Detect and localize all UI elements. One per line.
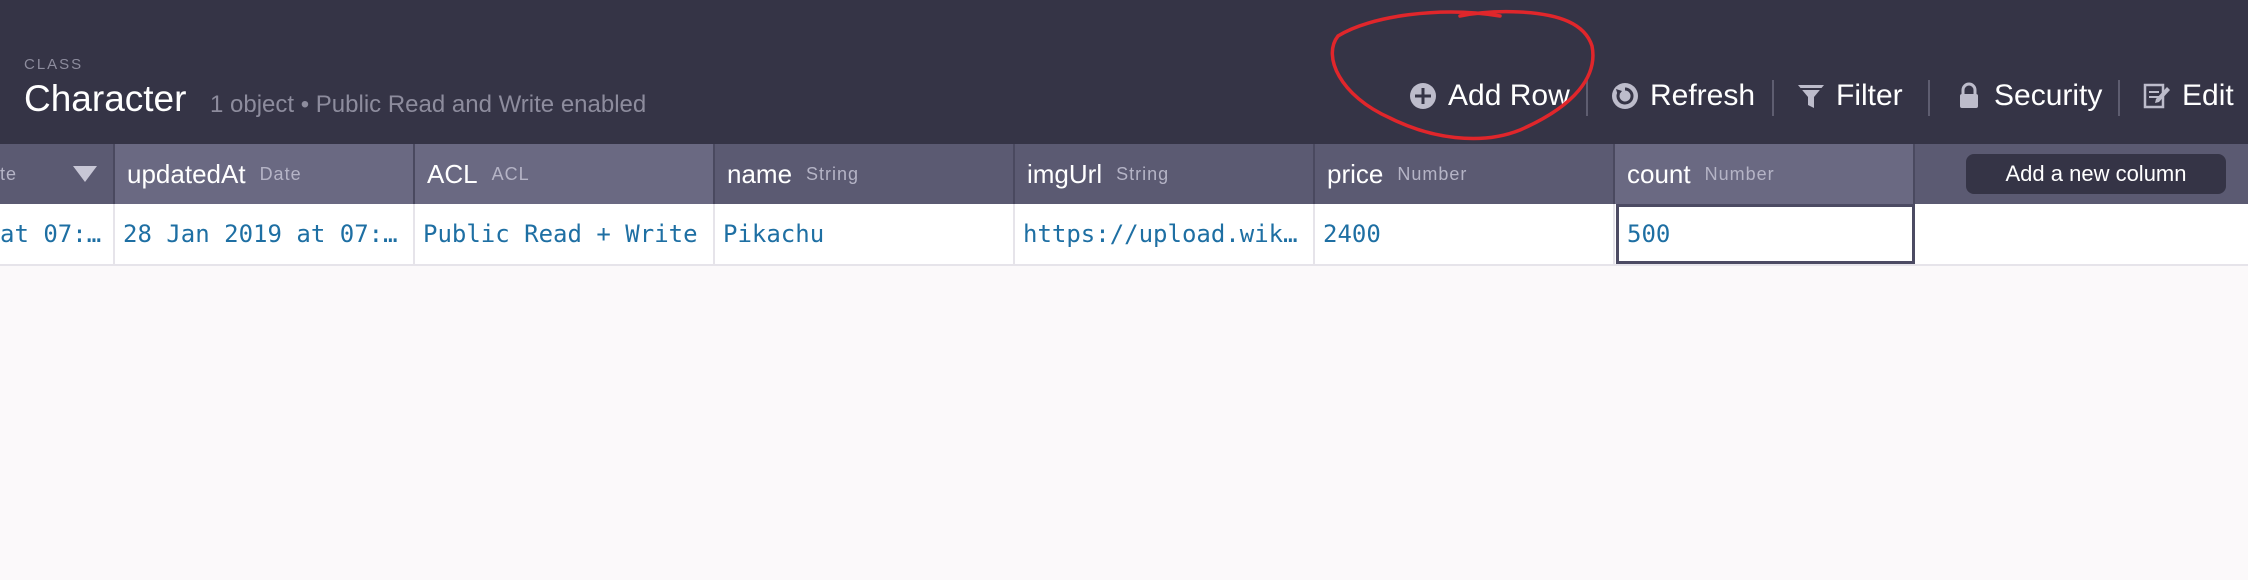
- add-row-button[interactable]: Add Row: [1408, 74, 1570, 118]
- lock-icon: [1960, 82, 1978, 108]
- column-header-updatedat[interactable]: updatedAt Date: [115, 144, 415, 204]
- column-header-count[interactable]: count Number: [1615, 144, 1915, 204]
- table-cell[interactable]: 2400: [1315, 204, 1615, 264]
- class-title: Character: [24, 78, 187, 119]
- refresh-icon: [1612, 83, 1638, 109]
- table-cell-selected[interactable]: 500: [1616, 204, 1915, 264]
- column-type: Date: [259, 163, 302, 184]
- table-cell[interactable]: Pikachu: [715, 204, 1015, 264]
- table-cell[interactable]: Public Read + Write: [415, 204, 715, 264]
- class-label: CLASS: [24, 56, 84, 73]
- refresh-button[interactable]: Refresh: [1610, 74, 1755, 118]
- column-header-price[interactable]: price Number: [1315, 144, 1615, 204]
- add-row-label: Add Row: [1448, 79, 1570, 112]
- table-cell[interactable]: 28 Jan 2019 at 07:…: [115, 204, 415, 264]
- column-type: Number: [1397, 163, 1468, 184]
- funnel-icon: [1798, 85, 1824, 108]
- class-subtitle: 1 object • Public Read and Write enabled: [210, 91, 647, 118]
- table-row: at 07:… 28 Jan 2019 at 07:… Public Read …: [0, 204, 2248, 266]
- table-cell[interactable]: https://upload.wik…: [1015, 204, 1315, 264]
- column-name: ACL: [427, 158, 478, 189]
- toolbar-divider: [1772, 80, 1774, 116]
- column-name: price: [1327, 158, 1384, 189]
- column-type: String: [806, 163, 860, 184]
- column-type: String: [1116, 163, 1170, 184]
- class-header: CLASS Character 1 object • Public Read a…: [0, 0, 2248, 144]
- column-name: imgUrl: [1027, 158, 1103, 189]
- filter-label: Filter: [1836, 79, 1903, 112]
- filter-button[interactable]: Filter: [1796, 74, 1903, 118]
- column-name: updatedAt: [127, 158, 246, 189]
- column-type: ACL: [491, 163, 530, 184]
- column-type: Number: [1704, 163, 1775, 184]
- toolbar-divider: [1586, 80, 1588, 116]
- column-header-imgurl[interactable]: imgUrl String: [1015, 144, 1315, 204]
- security-label: Security: [1994, 79, 2103, 112]
- edit-icon: [2143, 83, 2170, 109]
- table-cell[interactable]: at 07:…: [0, 204, 115, 264]
- add-column-button[interactable]: Add a new column: [1966, 154, 2226, 194]
- refresh-label: Refresh: [1650, 79, 1756, 112]
- plus-circle-icon: [1410, 83, 1436, 109]
- sort-down-icon[interactable]: [73, 166, 97, 182]
- security-button[interactable]: Security: [1954, 74, 2102, 118]
- column-type: te: [0, 163, 18, 184]
- toolbar-divider: [1928, 80, 1930, 116]
- column-header-acl[interactable]: ACL ACL: [415, 144, 715, 204]
- table-header: te updatedAt Date ACL ACL name String im…: [0, 144, 2248, 204]
- column-header-name[interactable]: name String: [715, 144, 1015, 204]
- toolbar-divider: [2118, 80, 2120, 116]
- column-header[interactable]: te: [0, 144, 115, 204]
- edit-label: Edit: [2182, 79, 2234, 112]
- edit-button[interactable]: Edit: [2142, 74, 2234, 118]
- column-name: name: [727, 158, 793, 189]
- column-name: count: [1627, 158, 1691, 189]
